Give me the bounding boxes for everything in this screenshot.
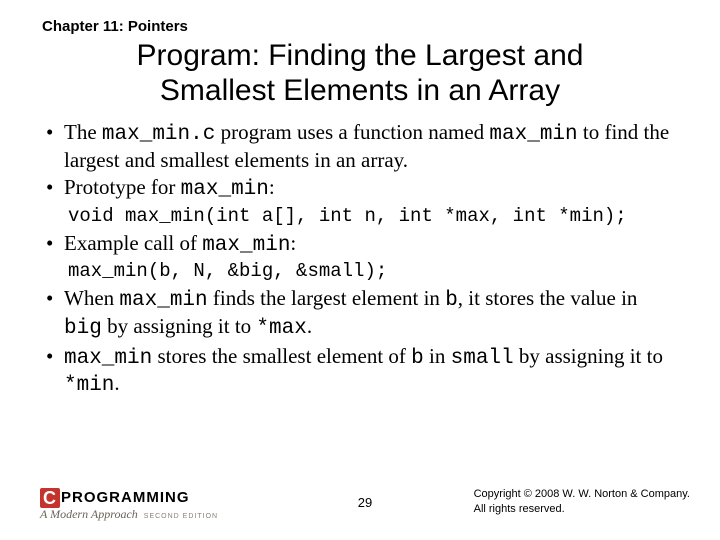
bullet-4: When max_min finds the largest element i… [44, 286, 680, 341]
text: Prototype for [64, 175, 181, 199]
text: The [64, 120, 102, 144]
code: *min [64, 374, 114, 397]
chapter-label: Chapter 11: Pointers [42, 18, 680, 35]
slide-title: Program: Finding the Largest and Smalles… [40, 39, 680, 108]
bullet-list-2: Example call of max_min: [44, 231, 680, 259]
bullet-3: Example call of max_min: [44, 231, 680, 259]
footer: CPROGRAMMING A Modern Approach SECOND EDI… [40, 478, 690, 522]
code: max_min [489, 123, 577, 146]
text: When [64, 286, 119, 310]
code: b [445, 289, 458, 312]
text: stores the smallest element of [152, 344, 411, 368]
slide: Chapter 11: Pointers Program: Finding th… [0, 0, 720, 399]
text: Example call of [64, 231, 202, 255]
bullet-1: The max_min.c program uses a function na… [44, 120, 680, 173]
code: b [411, 347, 424, 370]
bullet-list: The max_min.c program uses a function na… [44, 120, 680, 203]
bullet-2: Prototype for max_min: [44, 175, 680, 203]
text: . [307, 314, 312, 338]
code: small [451, 347, 514, 370]
code: max_min [119, 289, 207, 312]
text: . [114, 371, 119, 395]
text: by assigning it to [102, 314, 257, 338]
title-line-2: Smallest Elements in an Array [160, 74, 560, 107]
logo-sub-text: A Modern Approach [40, 507, 138, 521]
text: finds the largest element in [208, 286, 446, 310]
copyright-line-1: Copyright © 2008 W. W. Norton & Company. [474, 488, 690, 500]
text: , it stores the value in [458, 286, 638, 310]
code: *max [256, 317, 306, 340]
text: by assigning it to [514, 344, 663, 368]
bullet-5: max_min stores the smallest element of b… [44, 344, 680, 399]
logo-edition: SECOND EDITION [144, 513, 218, 520]
code: big [64, 317, 102, 340]
code: max_min.c [102, 123, 215, 146]
copyright: Copyright © 2008 W. W. Norton & Company.… [474, 487, 690, 516]
page-number: 29 [358, 495, 372, 510]
logo-c-icon: C [40, 488, 60, 508]
code: max_min [64, 347, 152, 370]
code-call: max_min(b, N, &big, &small); [68, 260, 680, 282]
bullet-list-3: When max_min finds the largest element i… [44, 286, 680, 398]
text: in [424, 344, 451, 368]
logo-text: PROGRAMMING [61, 489, 190, 506]
logo-subtitle: A Modern Approach SECOND EDITION [40, 507, 218, 522]
code-prototype: void max_min(int a[], int n, int *max, i… [68, 205, 680, 227]
code: max_min [202, 234, 290, 257]
copyright-line-2: All rights reserved. [474, 503, 565, 515]
book-logo: CPROGRAMMING A Modern Approach SECOND EDI… [40, 488, 218, 522]
text: : [269, 175, 275, 199]
title-line-1: Program: Finding the Largest and [137, 39, 584, 72]
text: program uses a function named [215, 120, 489, 144]
text: : [290, 231, 296, 255]
code: max_min [181, 178, 269, 201]
logo-title: CPROGRAMMING [40, 488, 218, 508]
